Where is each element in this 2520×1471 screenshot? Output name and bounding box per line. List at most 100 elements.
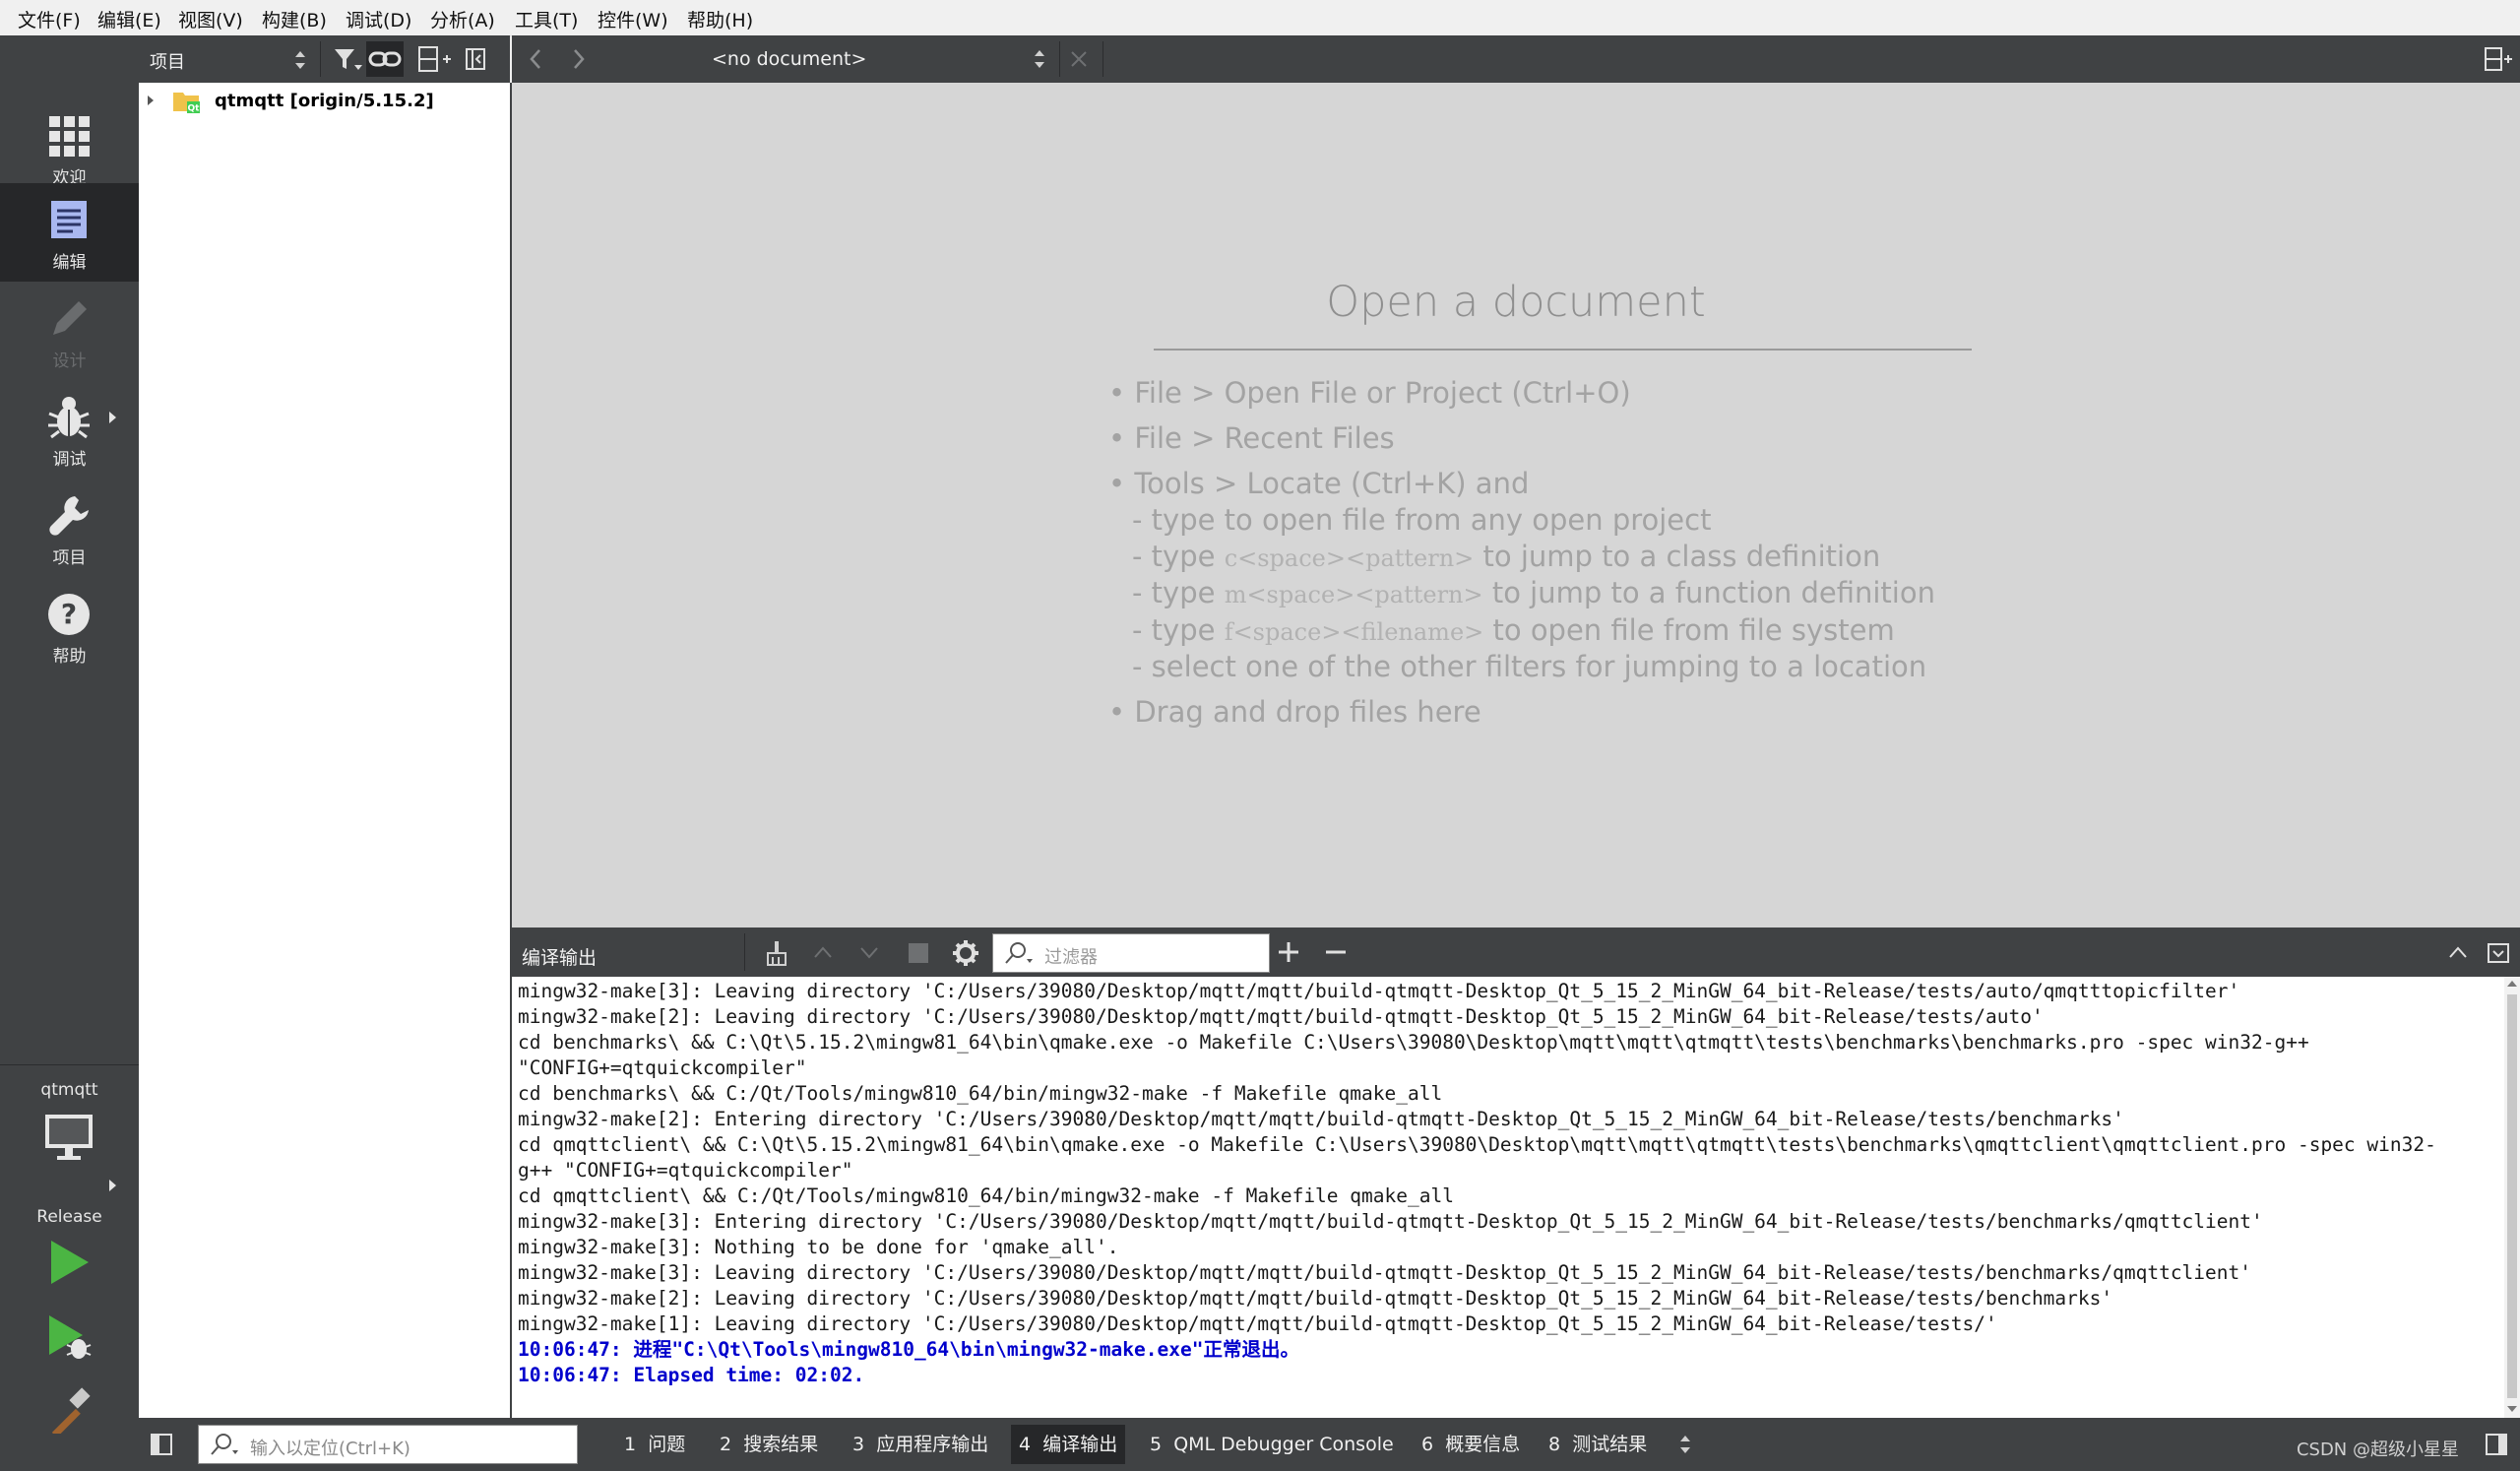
stop-icon[interactable] bbox=[907, 941, 930, 965]
build-hammer-icon[interactable] bbox=[45, 1386, 93, 1434]
output-filter-input[interactable]: 过滤器 bbox=[992, 933, 1270, 973]
chevron-updown-icon[interactable] bbox=[1033, 48, 1046, 70]
mode-projects-label: 项目 bbox=[52, 548, 87, 568]
close-sidebar-icon[interactable] bbox=[459, 41, 496, 77]
tab-compile-output[interactable]: 4 编译输出 bbox=[1011, 1425, 1126, 1464]
output-line: mingw32-make[1]: Leaving directory 'C:/U… bbox=[518, 1312, 1997, 1335]
hint-recent-files: • File > Recent Files bbox=[1108, 421, 1395, 455]
help-question-icon: ? bbox=[48, 594, 90, 635]
menu-file[interactable]: 文件(F) bbox=[18, 6, 81, 32]
chevron-updown-icon[interactable] bbox=[293, 49, 307, 71]
filter-icon[interactable] bbox=[329, 41, 366, 77]
tab-search-results[interactable]: 2 搜索结果 bbox=[712, 1425, 826, 1464]
kit-selector[interactable]: qtmqtt Release bbox=[0, 1071, 139, 1248]
design-pencil-icon bbox=[53, 301, 87, 335]
output-status-line: 10:06:47: Elapsed time: 02:02. bbox=[518, 1364, 865, 1386]
output-text: mingw32-make[3]: Leaving directory 'C:/U… bbox=[512, 977, 2504, 1388]
project-pane-header: 项目 bbox=[139, 35, 510, 83]
tab-label: QML Debugger Console bbox=[1173, 1434, 1394, 1455]
tree-expand-arrow-icon[interactable] bbox=[148, 96, 154, 105]
menu-build[interactable]: 构建(B) bbox=[262, 6, 327, 32]
split-add-icon[interactable] bbox=[415, 41, 453, 77]
close-pane-icon[interactable] bbox=[2487, 941, 2510, 965]
output-line: mingw32-make[2]: Leaving directory 'C:/U… bbox=[518, 1287, 2113, 1310]
tab-qml-debugger-console[interactable]: 5 QML Debugger Console bbox=[1142, 1425, 1402, 1464]
chevron-updown-icon[interactable] bbox=[1678, 1434, 1692, 1455]
close-document-icon[interactable] bbox=[1069, 49, 1089, 69]
hint-text: to jump to a class definition bbox=[1474, 540, 1881, 573]
tab-issues[interactable]: 1 问题 bbox=[616, 1425, 693, 1464]
hint-text: - type bbox=[1132, 540, 1225, 573]
back-arrow-icon[interactable] bbox=[528, 47, 543, 71]
tab-number: 5 bbox=[1150, 1434, 1163, 1455]
status-bar: 输入以定位(Ctrl+K) 1 问题 2 搜索结果 3 应用程序输出 4 编译输… bbox=[139, 1418, 2520, 1471]
zoom-out-icon[interactable] bbox=[1323, 939, 1349, 965]
scroll-up-icon[interactable] bbox=[2507, 981, 2517, 987]
tab-label: 搜索结果 bbox=[743, 1434, 819, 1455]
menu-tools[interactable]: 工具(T) bbox=[515, 6, 578, 32]
svg-text:Qt: Qt bbox=[188, 104, 201, 114]
scroll-down-icon[interactable] bbox=[2507, 1406, 2517, 1412]
split-editor-icon[interactable] bbox=[2484, 45, 2513, 73]
document-selector[interactable]: <no document> bbox=[712, 48, 866, 70]
menu-analyze[interactable]: 分析(A) bbox=[430, 6, 495, 32]
scroll-thumb[interactable] bbox=[2507, 994, 2517, 1398]
hint-code: m<space><pattern> bbox=[1224, 581, 1483, 608]
mode-debug-label: 调试 bbox=[52, 450, 87, 470]
menu-view[interactable]: 视图(V) bbox=[178, 6, 243, 32]
output-line: mingw32-make[3]: Nothing to be done for … bbox=[518, 1236, 1119, 1258]
output-line: cd qmqttclient\ && C:\Qt\5.15.2\mingw81_… bbox=[518, 1133, 2436, 1156]
output-line: mingw32-make[2]: Entering directory 'C:/… bbox=[518, 1108, 2124, 1130]
editor-area: Open a document • File > Open File or Pr… bbox=[512, 83, 2520, 927]
qt-project-folder-icon: Qt bbox=[173, 93, 201, 114]
mode-projects[interactable]: 项目 bbox=[0, 479, 139, 577]
menu-bar: 文件(F) 编辑(E) 视图(V) 构建(B) 调试(D) 分析(A) 工具(T… bbox=[0, 0, 2520, 36]
output-line: cd benchmarks\ && C:\Qt\5.15.2\mingw81_6… bbox=[518, 1031, 2309, 1054]
zoom-in-icon[interactable] bbox=[1276, 939, 1301, 965]
chevron-up-icon[interactable] bbox=[812, 943, 834, 961]
output-scrollbar[interactable] bbox=[2504, 977, 2520, 1418]
progress-details-icon[interactable] bbox=[2484, 1432, 2509, 1457]
gear-icon[interactable] bbox=[952, 939, 979, 967]
output-status-line: 10:06:47: 进程"C:\Qt\Tools\mingw810_64\bin… bbox=[518, 1338, 1299, 1361]
divider bbox=[1059, 41, 1060, 77]
chevron-down-icon[interactable] bbox=[858, 943, 880, 961]
mode-welcome[interactable]: 欢迎 bbox=[0, 98, 139, 197]
clear-output-icon[interactable] bbox=[764, 939, 793, 967]
run-icon[interactable] bbox=[45, 1239, 93, 1286]
output-line: cd qmqttclient\ && C:/Qt/Tools/mingw810_… bbox=[518, 1184, 1454, 1207]
maximize-pane-icon[interactable] bbox=[2447, 943, 2469, 961]
welcome-grid-icon bbox=[49, 116, 90, 157]
output-pane-title: 编译输出 bbox=[522, 947, 598, 969]
wrench-icon bbox=[49, 496, 89, 536]
mode-edit[interactable]: 编辑 bbox=[0, 183, 139, 282]
menu-controls[interactable]: 控件(W) bbox=[598, 6, 668, 32]
divider bbox=[1102, 41, 1103, 77]
debug-bug-icon bbox=[48, 397, 90, 439]
tab-application-output[interactable]: 3 应用程序输出 bbox=[845, 1425, 996, 1464]
expand-arrow-icon bbox=[109, 412, 116, 423]
mode-help[interactable]: ? 帮助 bbox=[0, 577, 139, 675]
toggle-sidebar-icon[interactable] bbox=[150, 1433, 173, 1456]
tab-general-messages[interactable]: 6 概要信息 bbox=[1414, 1425, 1528, 1464]
debug-run-icon[interactable] bbox=[45, 1313, 93, 1361]
search-icon bbox=[211, 1434, 238, 1455]
tree-item-qtmqtt[interactable]: qtmqtt [origin/5.15.2] bbox=[215, 91, 434, 111]
menu-help[interactable]: 帮助(H) bbox=[687, 6, 753, 32]
link-sync-icon[interactable] bbox=[366, 41, 404, 77]
mode-debug[interactable]: 调试 bbox=[0, 380, 139, 479]
menu-edit[interactable]: 编辑(E) bbox=[97, 6, 161, 32]
tab-number: 6 bbox=[1421, 1434, 1434, 1455]
menu-debug[interactable]: 调试(D) bbox=[346, 6, 411, 32]
locator-placeholder: 输入以定位(Ctrl+K) bbox=[250, 1439, 410, 1459]
hint-text: to jump to a function definition bbox=[1482, 576, 1935, 609]
divider bbox=[0, 1064, 139, 1065]
locator-input[interactable]: 输入以定位(Ctrl+K) bbox=[198, 1425, 578, 1464]
project-pane-title: 项目 bbox=[150, 52, 185, 73]
mode-design[interactable]: 设计 bbox=[0, 282, 139, 380]
compile-output[interactable]: mingw32-make[3]: Leaving directory 'C:/U… bbox=[512, 977, 2504, 1418]
hint-text: - type bbox=[1132, 613, 1225, 647]
tab-test-results[interactable]: 8 测试结果 bbox=[1541, 1425, 1655, 1464]
forward-arrow-icon[interactable] bbox=[571, 47, 587, 71]
svg-text:?: ? bbox=[61, 598, 77, 630]
